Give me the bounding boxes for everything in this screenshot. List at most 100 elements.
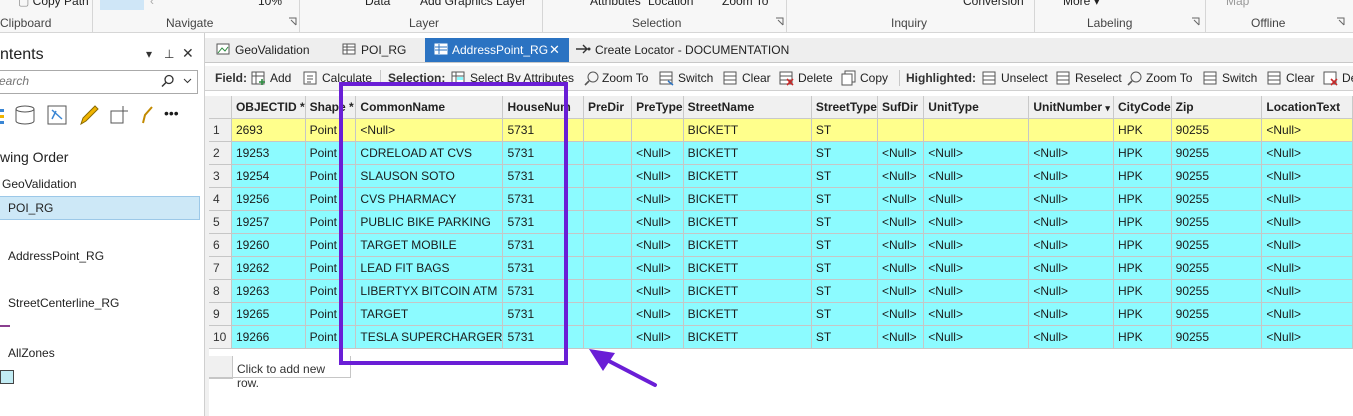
table-cell[interactable] [583,233,633,257]
column-header[interactable]: StreetName [683,96,812,119]
table-cell[interactable]: <Null> [1028,256,1114,280]
chevron-down-icon[interactable] [183,76,192,85]
table-cell[interactable] [1028,118,1114,142]
clear-highlighted-button[interactable]: Clear [1286,71,1315,85]
close-icon[interactable]: ✕ [182,45,194,62]
table-cell[interactable]: ST [811,302,878,326]
table-cell[interactable]: HPK [1113,187,1172,211]
list-by-snapping-icon[interactable] [108,103,132,130]
row-number[interactable]: 9 [209,302,232,326]
table-cell[interactable]: <Null> [877,141,925,165]
more-options-icon[interactable]: ••• [164,105,179,121]
table-cell[interactable]: <Null> [1028,302,1114,326]
search-input[interactable] [0,71,149,91]
pane-options-icon[interactable]: ▾ [146,47,152,61]
table-cell[interactable]: HPK [1113,164,1172,188]
list-by-drawing-order-icon[interactable] [0,103,8,130]
list-by-selection-icon[interactable] [46,103,68,130]
copy-button[interactable]: Copy [860,71,888,85]
table-cell[interactable]: ST [811,118,878,142]
table-cell[interactable]: <Null> [1261,233,1353,257]
table-cell[interactable] [583,164,633,188]
table-cell[interactable]: BICKETT [683,233,812,257]
table-cell[interactable] [923,118,1030,142]
column-header[interactable]: SufDir [877,96,925,119]
table-cell[interactable]: 90255 [1171,187,1263,211]
column-header[interactable]: LocationText [1261,96,1353,119]
table-cell[interactable]: <Null> [1028,233,1114,257]
map-button[interactable]: Map [1226,0,1249,8]
list-by-editing-icon[interactable] [78,103,100,130]
row-header-corner[interactable] [209,96,232,119]
table-cell[interactable]: <Null> [877,187,925,211]
dialog-launcher-icon[interactable] [288,17,297,26]
row-number[interactable]: 8 [209,279,232,303]
table-cell[interactable]: <Null> [631,187,684,211]
layer-geovalidation[interactable]: GeoValidation [2,177,77,191]
table-cell[interactable]: HPK [1113,325,1172,349]
table-cell[interactable]: <Null> [1261,210,1353,234]
zoom-to-button[interactable]: Zoom To [602,71,648,85]
table-cell[interactable]: <Null> [1261,325,1353,349]
table-cell[interactable]: <Null> [1028,164,1114,188]
table-cell[interactable]: 90255 [1171,302,1263,326]
table-cell[interactable]: 19266 [231,325,306,349]
table-cell[interactable]: <Null> [923,233,1030,257]
table-cell[interactable]: BICKETT [683,302,812,326]
unselect-button[interactable]: Unselect [1001,71,1048,85]
table-cell[interactable]: <Null> [1028,187,1114,211]
column-header[interactable]: UnitType [923,96,1030,119]
table-cell[interactable]: <Null> [877,210,925,234]
table-cell[interactable]: ST [811,233,878,257]
table-cell[interactable]: BICKETT [683,187,812,211]
close-icon[interactable]: ✕ [549,42,560,58]
zoom-to-ribbon[interactable]: Zoom To [722,0,768,8]
table-cell[interactable]: 19262 [231,256,306,280]
column-header[interactable]: StreetType [811,96,878,119]
back-arrow-icon[interactable]: ‹ [150,0,154,8]
column-header[interactable]: PreDir [583,96,633,119]
row-number[interactable]: 4 [209,187,232,211]
data-button[interactable]: Data [365,0,390,8]
table-cell[interactable]: 90255 [1171,141,1263,165]
reselect-button[interactable]: Reselect [1075,71,1122,85]
switch-highlighted-button[interactable]: Switch [1222,71,1257,85]
table-cell[interactable]: <Null> [631,279,684,303]
tab-addresspoint-rg[interactable]: AddressPoint_RG ✕ [425,38,569,62]
table-cell[interactable]: 19260 [231,233,306,257]
table-cell[interactable] [583,141,633,165]
row-number[interactable]: 1 [209,118,232,142]
table-cell[interactable]: <Null> [877,164,925,188]
table-cell[interactable]: <Null> [923,302,1030,326]
copy-path-button[interactable]: ▢ Copy Path [18,0,89,8]
switch-selection-button[interactable]: Switch [678,71,713,85]
layer-poi-rg[interactable]: POI_RG [0,196,200,220]
table-cell[interactable]: 90255 [1171,256,1263,280]
table-cell[interactable]: <Null> [923,141,1030,165]
table-cell[interactable]: HPK [1113,210,1172,234]
tab-create-locator[interactable]: Create Locator - DOCUMENTATION [571,38,789,62]
dialog-launcher-icon[interactable] [1191,17,1200,26]
table-cell[interactable]: <Null> [631,302,684,326]
delete-button[interactable]: Delete [798,71,833,85]
table-cell[interactable]: 19263 [231,279,306,303]
table-cell[interactable]: HPK [1113,256,1172,280]
layer-streetcenterline-rg[interactable]: StreetCenterline_RG [8,296,119,310]
column-header[interactable]: PreType [631,96,684,119]
row-number[interactable]: 5 [209,210,232,234]
table-cell[interactable]: <Null> [1028,325,1114,349]
explore-button[interactable] [100,0,144,10]
table-cell[interactable]: 19253 [231,141,306,165]
table-cell[interactable]: <Null> [631,256,684,280]
add-field-button[interactable]: Add [270,71,291,85]
table-cell[interactable]: <Null> [1261,256,1353,280]
table-cell[interactable]: HPK [1113,279,1172,303]
table-cell[interactable]: <Null> [1028,210,1114,234]
table-cell[interactable]: 90255 [1171,325,1263,349]
table-cell[interactable]: ST [811,279,878,303]
table-cell[interactable]: ST [811,256,878,280]
table-cell[interactable]: <Null> [631,210,684,234]
table-cell[interactable]: HPK [1113,118,1172,142]
table-cell[interactable]: BICKETT [683,210,812,234]
more-button[interactable]: More ▾ [1063,0,1100,8]
